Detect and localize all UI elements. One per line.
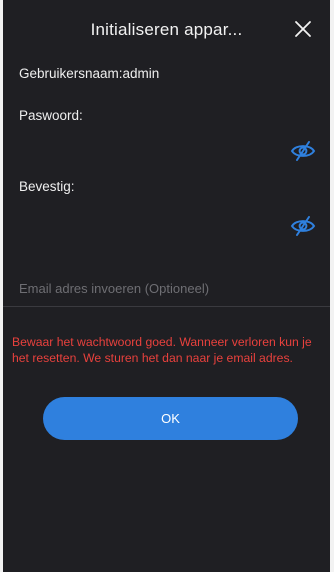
- password-label: Paswoord:: [19, 108, 83, 123]
- init-device-dialog: Initialiseren appar... Gebruikersnaam:ad…: [3, 0, 330, 572]
- close-icon[interactable]: [292, 18, 314, 40]
- username-label: Gebruikersnaam:admin: [19, 66, 160, 81]
- email-input[interactable]: [17, 272, 321, 304]
- eye-off-icon[interactable]: [290, 215, 316, 237]
- password-input[interactable]: [17, 135, 291, 165]
- confirm-label: Bevestig:: [19, 179, 75, 194]
- ok-button[interactable]: OK: [43, 397, 298, 440]
- eye-off-icon[interactable]: [290, 140, 316, 162]
- warning-text: Bewaar het wachtwoord goed. Wanneer verl…: [12, 335, 312, 365]
- email-divider: [3, 306, 330, 307]
- confirm-password-input[interactable]: [17, 211, 291, 241]
- dialog-header: Initialiseren appar...: [3, 0, 330, 58]
- dialog-title: Initialiseren appar...: [90, 20, 243, 39]
